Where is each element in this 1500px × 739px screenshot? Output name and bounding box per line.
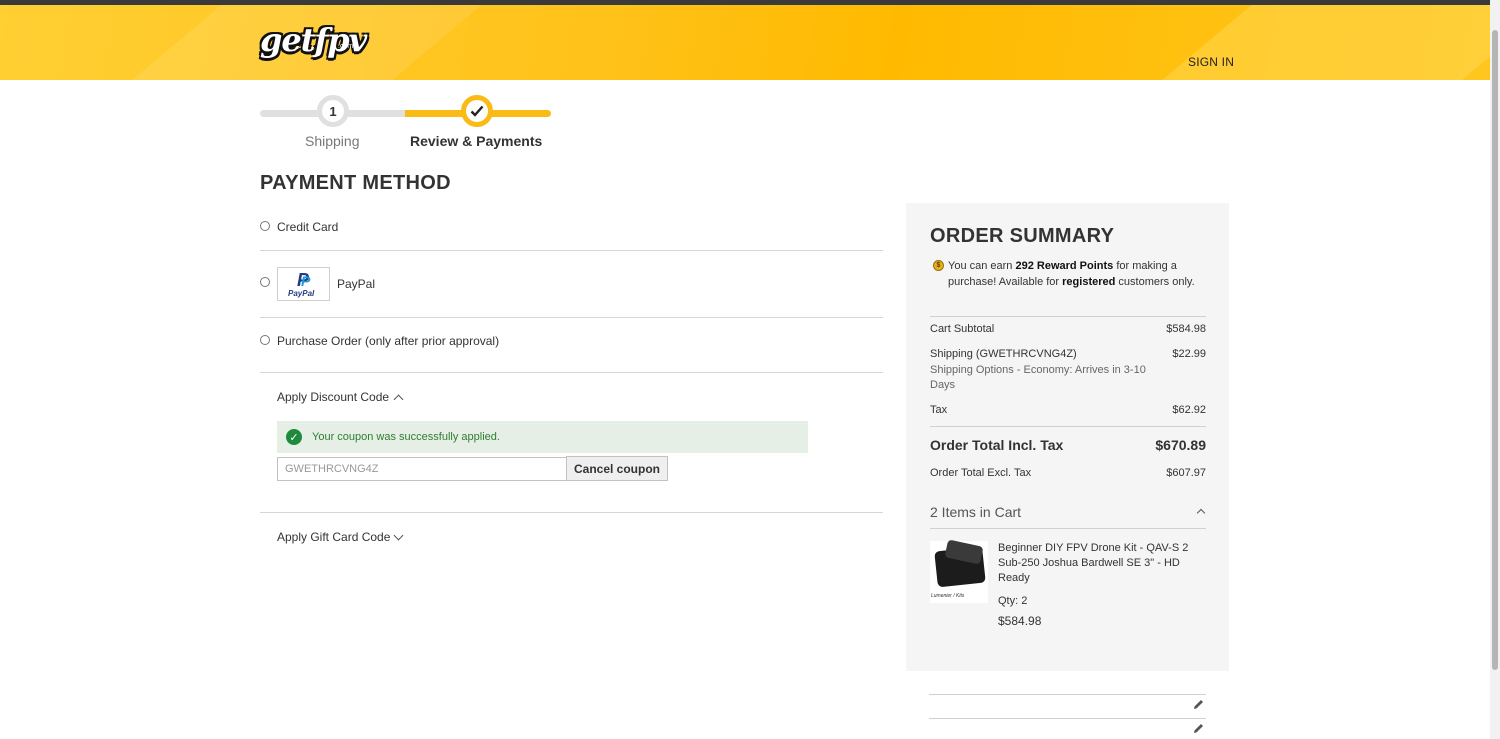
- apply-gift-card-toggle[interactable]: Apply Gift Card Code: [277, 530, 390, 544]
- order-summary-title: ORDER SUMMARY: [930, 225, 1115, 247]
- divider: [930, 528, 1206, 529]
- paypal-logo-text: PayPal: [288, 289, 315, 298]
- credit-card-radio[interactable]: [260, 221, 270, 231]
- divider: [260, 317, 883, 318]
- paypal-radio[interactable]: [260, 277, 270, 287]
- paypal-p2-icon: P: [301, 273, 311, 289]
- divider: [260, 250, 883, 251]
- page-scrollbar[interactable]: [1490, 0, 1500, 739]
- edit-pencil-icon[interactable]: [1192, 698, 1205, 711]
- purchase-order-radio[interactable]: [260, 335, 270, 345]
- divider: [930, 426, 1206, 427]
- check-circle-icon: ✓: [286, 429, 302, 445]
- product-thumbnail: Lumenier / Kits: [930, 539, 988, 603]
- tax-value: $62.92: [1172, 404, 1206, 416]
- order-total-incl-label: Order Total Incl. Tax: [930, 437, 1064, 453]
- shipping-value: $22.99: [1172, 348, 1206, 360]
- reward-coin-icon: $: [933, 260, 944, 271]
- chevron-up-icon[interactable]: [1196, 508, 1206, 518]
- divider: [929, 694, 1206, 695]
- divider: [260, 372, 883, 373]
- coupon-success-message: ✓ Your coupon was successfully applied.: [277, 421, 808, 453]
- scrollbar-thumb[interactable]: [1492, 30, 1498, 670]
- edit-pencil-icon[interactable]: [1192, 722, 1205, 735]
- order-total-incl-value: $670.89: [1155, 437, 1206, 453]
- getfpv-logo[interactable]: getfpv .com: [260, 21, 367, 61]
- reward-points-message: You can earn 292 Reward Points for makin…: [948, 260, 1195, 288]
- step-review-circle: [461, 95, 493, 127]
- product-image-brand: Lumenier / Kits: [931, 593, 965, 599]
- apply-discount-toggle[interactable]: Apply Discount Code: [277, 390, 389, 404]
- purchase-order-label[interactable]: Purchase Order (only after prior approva…: [277, 334, 499, 348]
- product-qty: Qty: 2: [998, 595, 1028, 607]
- cart-subtotal-value: $584.98: [1166, 323, 1206, 335]
- success-text: Your coupon was successfully applied.: [312, 431, 500, 443]
- paypal-logo: P P PayPal: [277, 267, 330, 301]
- payment-method-title: PAYMENT METHOD: [260, 172, 451, 194]
- cancel-coupon-button[interactable]: Cancel coupon: [566, 456, 668, 481]
- chevron-up-icon[interactable]: [393, 394, 404, 405]
- checkmark-icon: [470, 105, 484, 117]
- shipping-detail: Shipping Options - Economy: Arrives in 3…: [930, 364, 1146, 391]
- chevron-down-icon[interactable]: [393, 530, 404, 541]
- divider: [930, 316, 1206, 317]
- divider: [929, 718, 1206, 719]
- order-summary: ORDER SUMMARY $ You can earn 292 Reward …: [906, 203, 1229, 671]
- order-total-excl-label: Order Total Excl. Tax: [930, 467, 1032, 479]
- discount-code-input[interactable]: [277, 457, 567, 481]
- credit-card-label[interactable]: Credit Card: [277, 220, 338, 234]
- site-header: getfpv .com SIGN IN: [0, 5, 1490, 80]
- divider: [260, 512, 883, 513]
- paypal-label[interactable]: PayPal: [337, 277, 375, 291]
- logo-suffix: .com: [338, 43, 354, 50]
- reward-points-value: 292 Reward Points: [1015, 260, 1114, 272]
- order-total-excl-value: $607.97: [1166, 467, 1206, 479]
- product-price: $584.98: [998, 614, 1042, 628]
- shipping-label: Shipping (GWETHRCVNG4Z): [930, 348, 1077, 360]
- registered-link[interactable]: registered: [1062, 276, 1115, 288]
- step-shipping-circle[interactable]: 1: [317, 95, 349, 127]
- cart-subtotal-label: Cart Subtotal: [930, 323, 995, 335]
- step-shipping-label[interactable]: Shipping: [305, 133, 360, 149]
- items-in-cart-toggle[interactable]: 2 Items in Cart: [930, 504, 1021, 520]
- sign-in-link[interactable]: SIGN IN: [1188, 55, 1234, 69]
- tax-label: Tax: [930, 404, 948, 416]
- logo-text: getfpv: [260, 21, 367, 59]
- step-review-label: Review & Payments: [410, 133, 543, 149]
- product-name: Beginner DIY FPV Drone Kit - QAV-S 2 Sub…: [998, 542, 1189, 584]
